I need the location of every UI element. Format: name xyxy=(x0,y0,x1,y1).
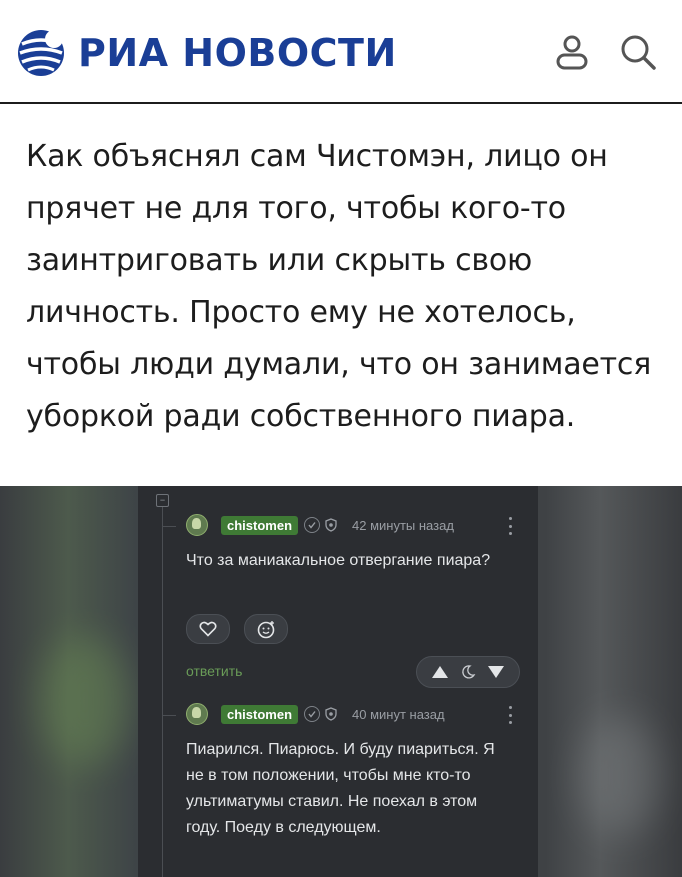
search-icon xyxy=(621,35,656,70)
vote-controls xyxy=(416,656,520,688)
verified-check-icon xyxy=(304,706,321,722)
avatar[interactable] xyxy=(186,703,208,725)
emoji-icon xyxy=(257,621,275,639)
user-icon xyxy=(556,35,588,70)
ria-globe-icon xyxy=(18,30,64,76)
thread-connector xyxy=(162,526,176,527)
site-header: РИА НОВОСТИ xyxy=(0,0,682,104)
comment-time: 42 минуты назад xyxy=(352,517,454,533)
triangle-up-icon[interactable] xyxy=(431,665,449,679)
like-button[interactable] xyxy=(186,614,230,644)
comment-text: Пиарился. Пиарюсь. И буду пиариться. Я н… xyxy=(186,741,495,836)
comment-header: chistomen 40 минут назад xyxy=(186,703,445,725)
comment-header: chistomen 42 минуты назад xyxy=(186,514,454,536)
reply-link[interactable]: ответить xyxy=(186,663,242,679)
comment-time: 40 минут назад xyxy=(352,706,445,722)
moon-icon[interactable] xyxy=(460,664,476,680)
more-options-icon[interactable] xyxy=(508,706,512,724)
thread-line xyxy=(162,506,163,877)
blur-decoration xyxy=(580,716,660,836)
author-nick[interactable]: chistomen xyxy=(221,515,299,535)
verified-check-icon xyxy=(304,517,321,533)
ria-logo[interactable]: РИА НОВОСТИ xyxy=(16,28,397,78)
comments-screenshot: − chistomen 42 минуты назад Что за маниа… xyxy=(0,486,682,877)
shield-icon xyxy=(324,518,338,532)
user-button[interactable] xyxy=(552,33,592,73)
emoji-reaction-button[interactable] xyxy=(244,614,288,644)
triangle-down-icon[interactable] xyxy=(487,665,505,679)
search-button[interactable] xyxy=(618,33,658,73)
collapse-thread-button[interactable]: − xyxy=(156,494,169,507)
blur-decoration xyxy=(40,636,130,766)
logo-text: РИА НОВОСТИ xyxy=(78,31,397,75)
shield-icon xyxy=(324,707,338,721)
heart-icon xyxy=(199,621,217,637)
author-nick[interactable]: chistomen xyxy=(221,704,299,724)
comments-panel: − chistomen 42 минуты назад Что за маниа… xyxy=(138,486,538,877)
more-options-icon[interactable] xyxy=(508,517,512,535)
avatar[interactable] xyxy=(186,514,208,536)
comment-text: Что за маниакальное отвергание пиара? xyxy=(186,552,491,569)
thread-connector xyxy=(162,715,176,716)
article-paragraph: Как объяснял сам Чистомэн, лицо он пряче… xyxy=(26,139,652,434)
